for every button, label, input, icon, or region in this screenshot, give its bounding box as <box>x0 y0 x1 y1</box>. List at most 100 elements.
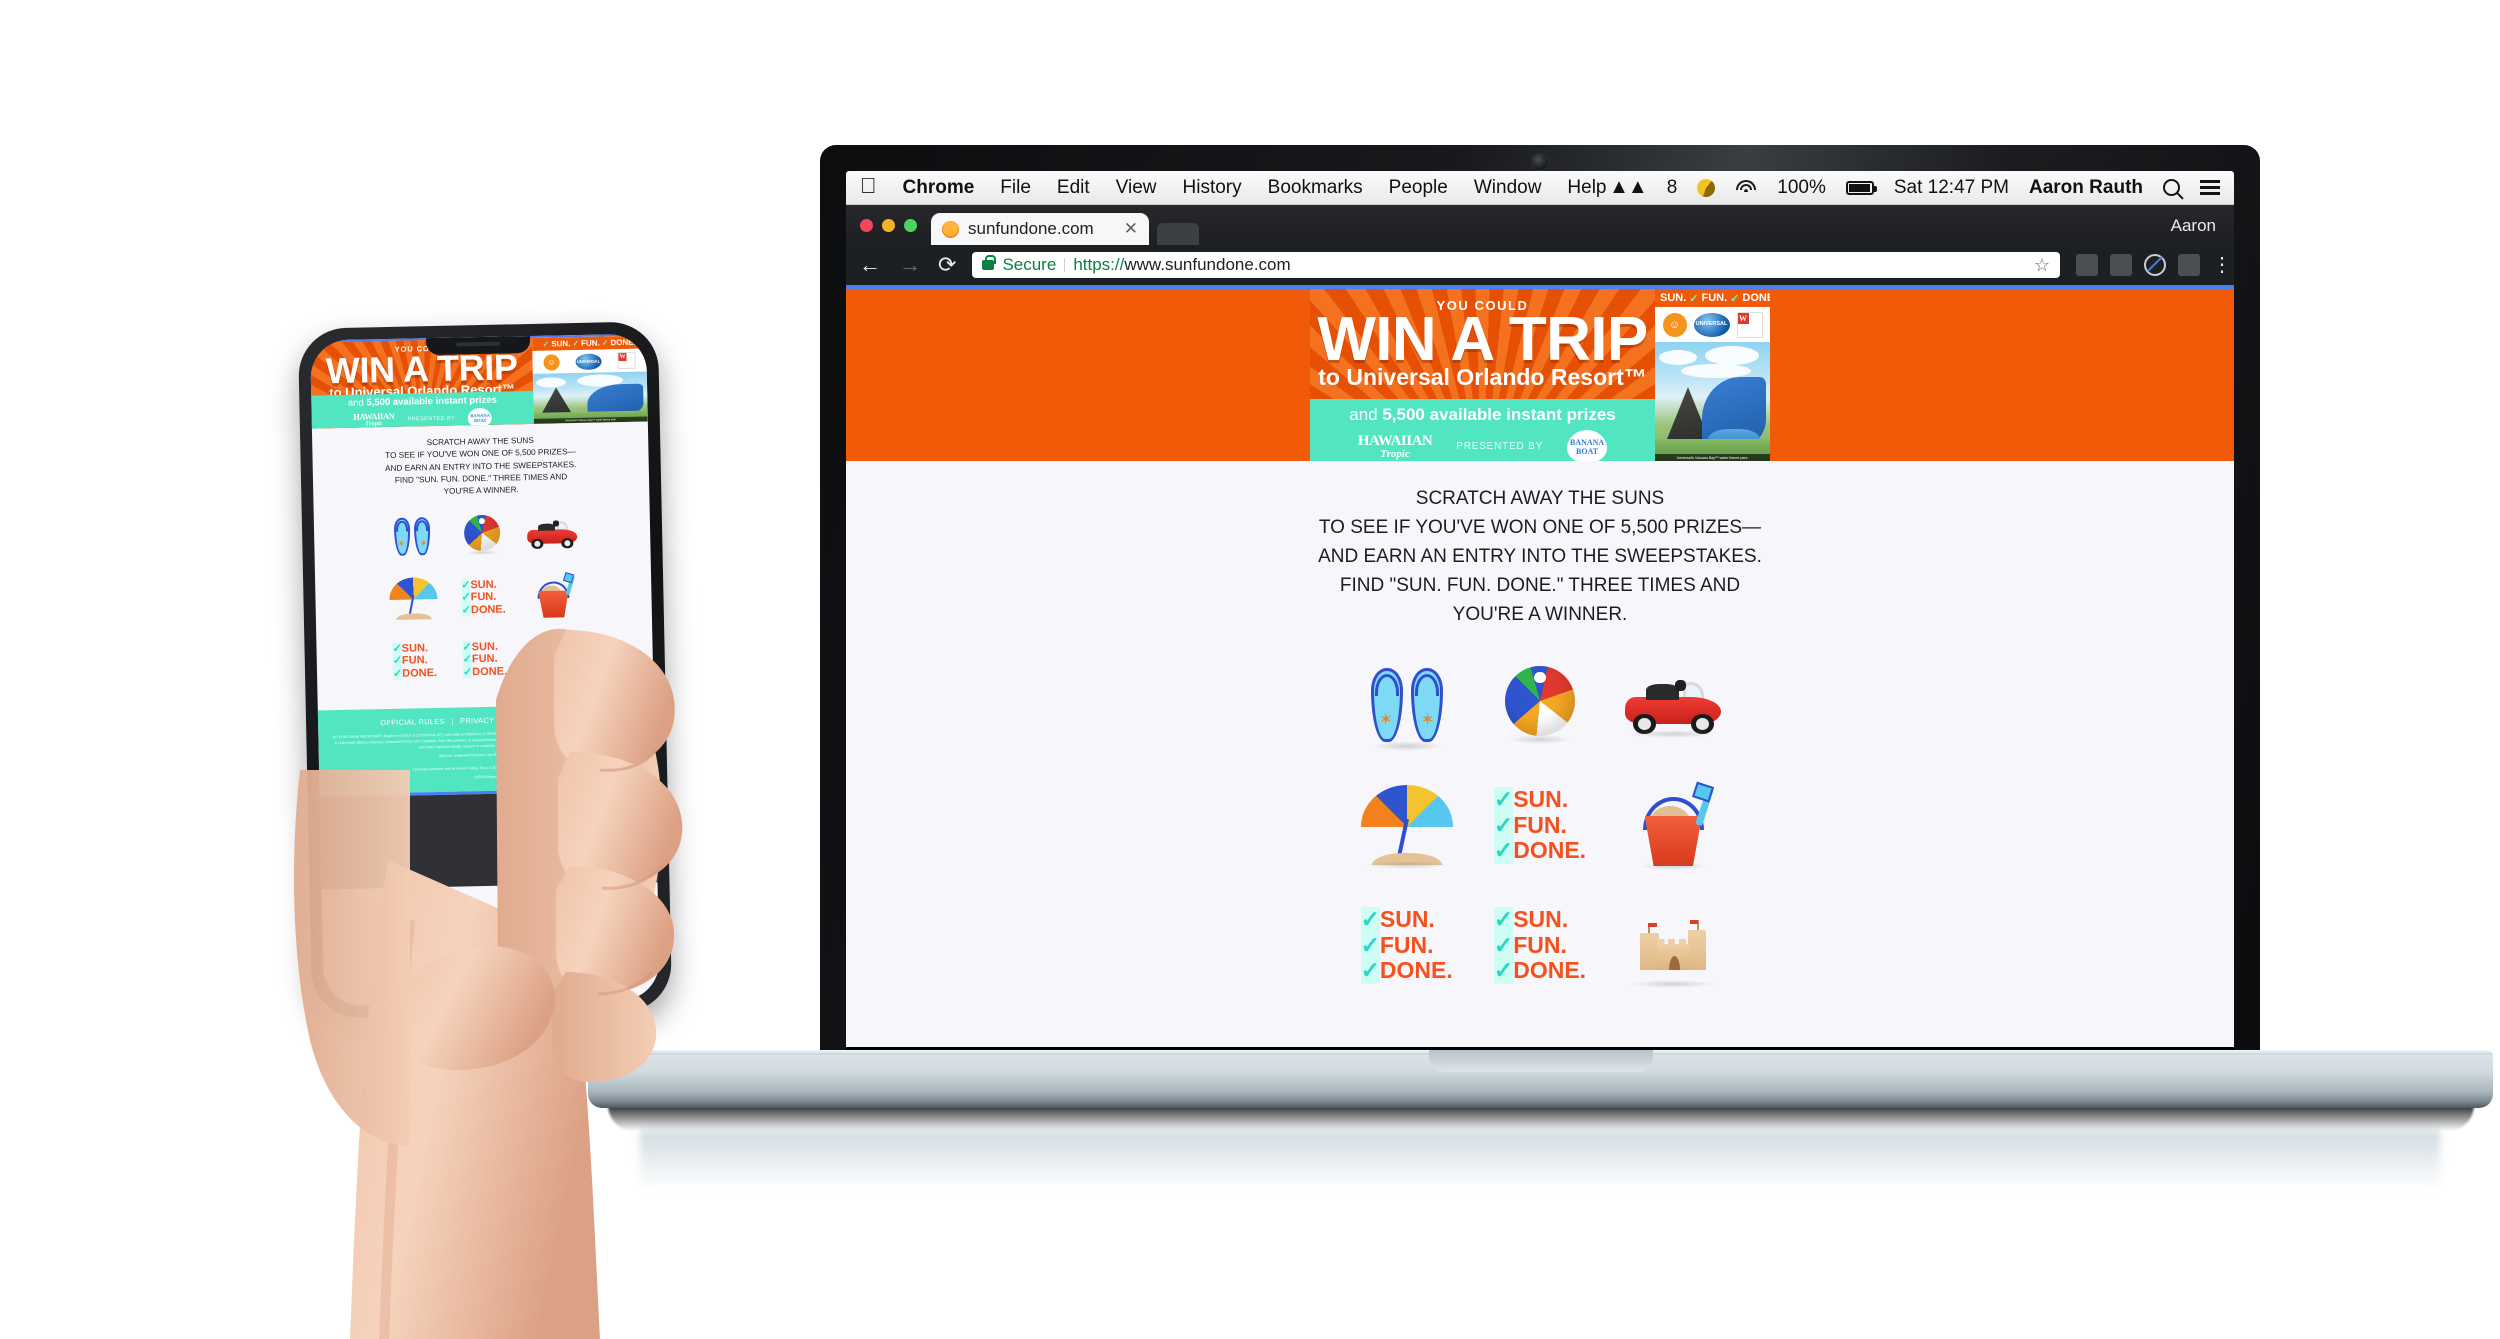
banner-headline: WIN A TRIP <box>1317 305 1648 374</box>
new-tab-button[interactable] <box>1157 223 1199 245</box>
win-line-2: ✓FUN. <box>392 654 437 668</box>
win-word: FUN. <box>401 654 428 668</box>
game-tile-winner[interactable]: ✓SUN. ✓FUN. ✓DONE. <box>1480 777 1600 873</box>
menu-people[interactable]: People <box>1389 177 1448 199</box>
menu-edit[interactable]: Edit <box>1057 177 1090 199</box>
web-page: YOU COULD WIN A TRIP to Universal Orland… <box>846 285 2234 1047</box>
apple-logo-icon[interactable]:  <box>860 174 877 197</box>
battery-charging-icon[interactable] <box>1845 180 1877 195</box>
win-word: FUN. <box>1513 811 1567 838</box>
flag <box>563 644 568 647</box>
game-tile[interactable] <box>520 569 587 622</box>
game-tile[interactable] <box>521 631 588 684</box>
kebab-menu-icon[interactable]: ⋮ <box>2212 255 2232 275</box>
win-line-2: ✓FUN. <box>462 653 507 667</box>
menu-view[interactable]: View <box>1116 177 1157 199</box>
game-tile-winner[interactable]: ✓SUN. ✓FUN. ✓DONE. <box>450 571 517 624</box>
menu-bookmarks[interactable]: Bookmarks <box>1268 177 1363 199</box>
reload-icon[interactable]: ⟳ <box>938 252 956 278</box>
game-tile[interactable] <box>380 572 447 625</box>
footer-link-privacy-policy[interactable]: PRIVACY POLICY <box>460 716 526 726</box>
banner-teal-band: and 5,500 available instant prizes HAWAI… <box>311 390 534 429</box>
game-tile-winner[interactable]: ✓SUN. ✓FUN. ✓DONE. <box>1347 897 1467 993</box>
banner-side-panel: ✓SUN. ✓FUN. ✓DONE. ☺ UNIVERSAL <box>1655 289 1770 461</box>
win-word: SUN. <box>470 578 497 592</box>
checkmark-icon: ✓ <box>1493 785 1514 813</box>
game-tile-winner[interactable]: ✓SUN. ✓FUN. ✓DONE. <box>381 634 448 687</box>
game-tile[interactable] <box>1347 777 1467 873</box>
game-tile[interactable]: ✶ ✶ <box>379 510 446 563</box>
cloud <box>1659 350 1697 365</box>
walgreens-logo: W <box>617 351 636 370</box>
adobe-icon[interactable]: ▲▲ <box>1609 176 1648 199</box>
sfd-check-1: ✓ <box>1655 292 1657 305</box>
crenellation <box>1656 939 1690 946</box>
drop-shadow <box>1370 741 1443 752</box>
sun-smiley-logo: ☺ <box>1662 312 1687 337</box>
menu-help[interactable]: Help <box>1567 177 1606 199</box>
footer-link-contact-us[interactable]: CONTACT US <box>541 714 592 724</box>
promo-banner[interactable]: YOU COULD WIN A TRIP to Universal Orland… <box>846 289 2234 461</box>
game-tile-winner[interactable]: ✓SUN. ✓FUN. ✓DONE. <box>451 633 518 686</box>
win-word: FUN. <box>1513 931 1567 958</box>
footer-links[interactable]: OFFICIAL RULES | PRIVACY POLICY | CONTAC… <box>318 713 654 729</box>
volcano <box>541 387 572 414</box>
banner-subhead: to Universal Orlando Resort™ <box>1318 364 1647 391</box>
flip-flops-icon: ✶ ✶ <box>1367 664 1447 752</box>
game-tile-winner[interactable]: ✓SUN. ✓FUN. ✓DONE. <box>1480 897 1600 993</box>
car-seat <box>1646 684 1680 700</box>
menu-file[interactable]: File <box>1000 177 1031 199</box>
sfd-word-1: SUN. <box>551 339 571 349</box>
menu-chrome[interactable]: Chrome <box>903 177 975 199</box>
crenellation <box>546 654 564 659</box>
address-bar[interactable]: Secure https://www.sunfundone.com ☆ <box>972 252 2060 278</box>
scratch-game-grid[interactable]: ✶ ✶ ✓SUN. ✓FUN. ✓DONE. ✓SUN. ✓FUN. ✓DONE… <box>1340 657 1740 993</box>
game-tile[interactable]: ✶ ✶ <box>1347 657 1467 753</box>
screencast-icon[interactable] <box>2110 254 2132 276</box>
walgreens-letter: W <box>1739 313 1747 323</box>
tower-right <box>1688 929 1707 971</box>
scratch-game-grid-mobile[interactable]: ✶ ✶ ✓SUN. ✓FUN. ✓DONE. ✓SUN. ✓FUN. ✓DONE… <box>377 507 591 687</box>
universal-orlando-resort-logo: UNIVERSAL <box>1693 312 1730 337</box>
game-tile[interactable] <box>449 509 516 562</box>
wifi-icon[interactable] <box>1735 179 1757 196</box>
clock[interactable]: Sat 12:47 PM <box>1894 177 2009 199</box>
base-notch <box>1428 1050 1653 1072</box>
arrow-left-icon[interactable]: ← <box>858 252 882 278</box>
win-line-3: ✓DONE. <box>462 665 507 679</box>
win-line-3: ✓DONE. <box>1493 957 1586 984</box>
banana-boat-sub: BOAT <box>1576 446 1599 456</box>
spotlight-search-icon[interactable] <box>2163 179 2180 196</box>
minimize-window-button[interactable] <box>882 219 895 232</box>
menu-window[interactable]: Window <box>1474 177 1542 199</box>
user-name[interactable]: Aaron Rauth <box>2029 177 2143 199</box>
win-line-1: ✓SUN. <box>392 642 436 656</box>
drop-shadow <box>1629 730 1718 739</box>
game-tile[interactable] <box>1613 777 1733 873</box>
close-window-button[interactable] <box>860 219 873 232</box>
arrow-right-icon[interactable]: → <box>898 252 922 278</box>
moon-icon[interactable] <box>1697 178 1716 197</box>
menu-history[interactable]: History <box>1183 177 1242 199</box>
maximize-window-button[interactable] <box>904 219 917 232</box>
close-icon[interactable]: ✕ <box>1120 219 1138 239</box>
flip-flops-icon: ✶ ✶ <box>392 516 433 559</box>
footer-link-official-rules[interactable]: OFFICIAL RULES <box>380 717 445 727</box>
game-tile[interactable] <box>1480 657 1600 753</box>
star-icon[interactable]: ☆ <box>2034 255 2050 276</box>
profile-label[interactable]: Aaron <box>2171 216 2216 236</box>
browser-tab[interactable]: sunfundone.com ✕ <box>931 213 1149 245</box>
divider <box>1064 258 1066 272</box>
notification-center-icon[interactable] <box>2200 177 2220 198</box>
sand-bucket-icon <box>1633 782 1715 871</box>
window-controls[interactable] <box>860 219 917 232</box>
adblock-icon[interactable] <box>2144 254 2166 276</box>
instruction-line-4: FIND "SUN. FUN. DONE." THREE TIMES AND <box>1339 574 1741 596</box>
game-tile[interactable] <box>1613 657 1733 753</box>
game-tile[interactable] <box>519 507 586 560</box>
sun-favicon <box>942 220 959 238</box>
lightbulb-icon[interactable] <box>2076 254 2098 276</box>
extension-icon[interactable] <box>2178 254 2200 276</box>
universal-orlando-resort-logo: UNIVERSAL <box>575 352 602 370</box>
game-tile[interactable] <box>1613 897 1733 993</box>
